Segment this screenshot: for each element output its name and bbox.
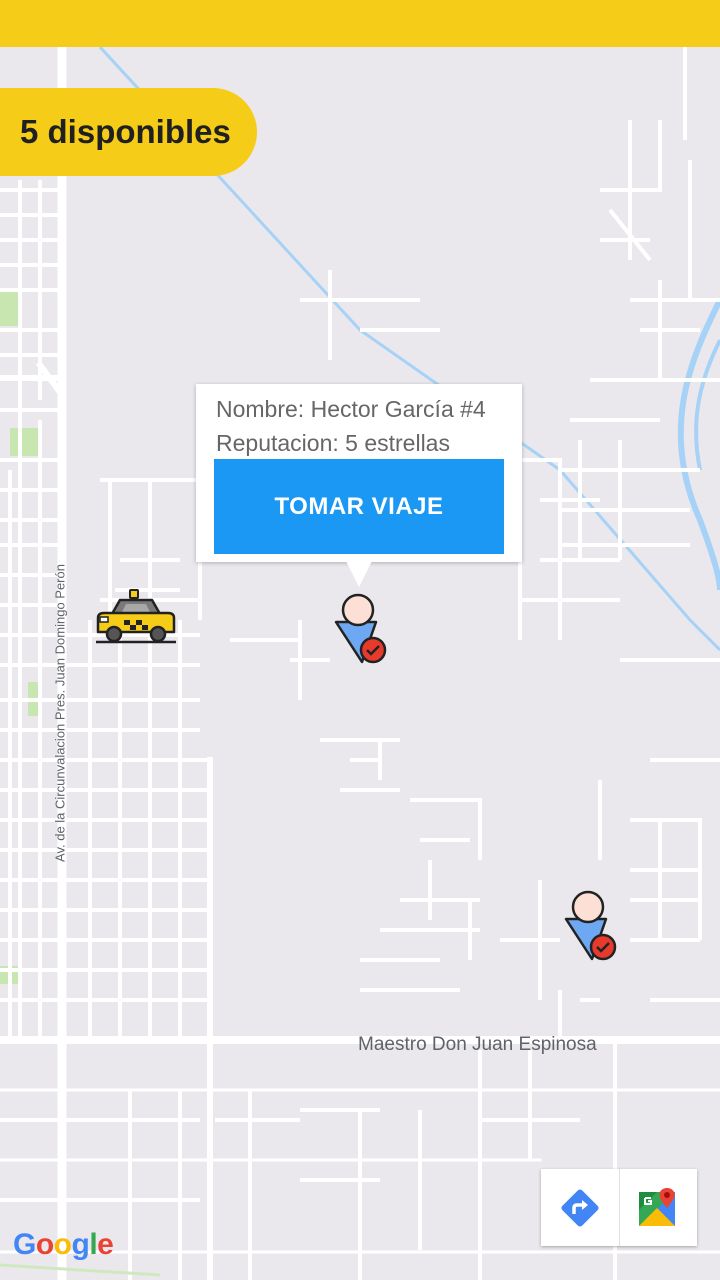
- directions-button[interactable]: [541, 1169, 619, 1246]
- taxi-marker[interactable]: [94, 588, 178, 646]
- passenger-marker[interactable]: [562, 889, 618, 963]
- map-toolbar: [541, 1169, 697, 1246]
- passenger-verified-icon: [564, 890, 617, 961]
- available-count-badge: 5 disponibles: [0, 88, 257, 176]
- take-trip-button[interactable]: TOMAR VIAJE: [214, 459, 504, 554]
- driver-info-window: Nombre: Hector García #4 Reputacion: 5 e…: [196, 384, 522, 562]
- info-window-pointer: [346, 561, 372, 587]
- open-maps-button[interactable]: [618, 1169, 698, 1246]
- passenger-verified-icon: [334, 593, 387, 664]
- google-maps-icon: [639, 1187, 676, 1226]
- driver-reputation: Reputacion: 5 estrellas: [216, 430, 450, 456]
- passenger-marker[interactable]: [332, 592, 388, 666]
- status-bar: [0, 0, 720, 47]
- google-logo: Google: [13, 1228, 114, 1261]
- directions-icon: [561, 1188, 599, 1227]
- street-label-avenue: Av. de la Circunvalacion Pres. Juan Domi…: [52, 564, 68, 862]
- street-label-maestro: Maestro Don Juan Espinosa: [358, 1034, 597, 1055]
- driver-name: Nombre: Hector García #4: [216, 396, 486, 422]
- taxi-icon: [96, 589, 176, 644]
